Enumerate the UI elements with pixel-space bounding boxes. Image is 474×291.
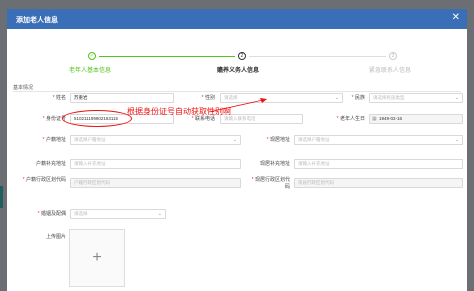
- residence-addr-label-text: 现居地址: [269, 137, 290, 143]
- residence-addr-placeholder: 请选择户籍地址: [298, 137, 330, 142]
- hukou-code-label: * 户籍行政区划代码: [19, 177, 66, 184]
- birthday-label-text: 老年人生日: [339, 116, 365, 122]
- hukou-addr-label-text: 户籍地址: [45, 137, 66, 143]
- residence-addr-label: * 现居地址: [245, 136, 290, 143]
- add-elder-modal: 添加老人信息 ✕ ✓ 2 3 老年人基本信息 赡养义务人信息 紧急联系人信息 基…: [7, 9, 467, 291]
- gender-required-mark: *: [201, 95, 204, 101]
- name-input[interactable]: 苏重岩: [70, 93, 174, 103]
- step-2-label: 赡养义务人信息: [217, 68, 260, 74]
- ethnicity-label-text: 民族: [354, 95, 365, 101]
- chevron-down-icon: ⌄: [454, 137, 459, 143]
- hukou-detail-input[interactable]: 请输入补充地址: [70, 159, 241, 169]
- residence-code-required-mark: *: [251, 177, 254, 183]
- step-1-check-icon: ✓: [88, 52, 96, 60]
- plus-icon: +: [92, 249, 102, 266]
- modal-titlebar: 添加老人信息 ✕: [7, 9, 467, 29]
- calendar-icon: ▦: [372, 116, 377, 122]
- hukou-addr-label: * 户籍地址: [21, 136, 66, 143]
- annotation-circle: [62, 110, 132, 127]
- residence-code-label-text: 现居行政区划代码: [254, 177, 290, 190]
- section-title: 基本情况: [13, 85, 34, 91]
- photo-label: 上传图片: [45, 234, 66, 240]
- birthday-label: * 老年人生日: [312, 115, 365, 122]
- hukou-address-select[interactable]: 请选择户籍地址 ⌄: [70, 135, 241, 145]
- step-connector-1: [99, 56, 235, 57]
- chevron-down-icon: ⌄: [454, 95, 459, 101]
- step-2-number-icon: 2: [238, 52, 246, 60]
- residence-addr-required-mark: *: [266, 137, 269, 143]
- id-no-required-mark: *: [42, 116, 45, 122]
- birthday-datepicker[interactable]: ▦ 1949-02-16: [369, 114, 463, 124]
- marital-required-mark: *: [37, 211, 40, 217]
- residence-detail-input[interactable]: 请输入补充地址: [294, 159, 463, 169]
- birthday-required-mark: *: [336, 116, 339, 122]
- hukou-addr-placeholder: 请选择户籍地址: [74, 137, 106, 142]
- chevron-down-icon: ⌄: [157, 211, 162, 217]
- ethnicity-select[interactable]: 请选择民族类型 ⌄: [369, 93, 463, 103]
- modal-title: 添加老人信息: [16, 17, 58, 24]
- marital-select[interactable]: 请选择 ⌄: [70, 209, 166, 219]
- marital-label: * 婚姻及配偶: [19, 210, 66, 217]
- hukou-detail-label: 户籍补充地址: [35, 161, 66, 167]
- phone-input[interactable]: 请输入联系电话: [220, 114, 303, 124]
- residence-detail-label: 现居补充地址: [259, 161, 290, 167]
- step-3-label: 紧急联系人信息: [369, 68, 412, 74]
- ethnicity-required-mark: *: [351, 95, 354, 101]
- hukou-code-required-mark: *: [22, 177, 25, 183]
- step-3-number-icon: 3: [389, 52, 397, 60]
- step-1-label: 老年人基本信息: [69, 68, 112, 74]
- residence-code-label: * 现居行政区划代码: [247, 177, 290, 191]
- annotation-arrow-icon: [208, 98, 267, 113]
- chevron-down-icon: ⌄: [232, 137, 237, 143]
- photo-upload-button[interactable]: +: [69, 229, 125, 287]
- hukou-addr-required-mark: *: [42, 137, 45, 143]
- hukou-code-input[interactable]: 户籍行政区划代码: [70, 178, 241, 188]
- marital-placeholder: 请选择: [74, 211, 88, 216]
- birthday-value: 1949-02-16: [379, 116, 403, 121]
- id-no-label: * 身份证号: [21, 115, 66, 122]
- hukou-code-label-text: 户籍行政区划代码: [25, 177, 66, 183]
- residence-code-input[interactable]: 现居行政区划代码: [294, 178, 463, 188]
- section-divider: [13, 91, 461, 92]
- name-label-text: 姓名: [55, 95, 66, 101]
- name-label: * 姓名: [21, 94, 66, 101]
- close-icon[interactable]: ✕: [452, 13, 460, 23]
- step-connector-2: [249, 56, 386, 57]
- ethnicity-placeholder: 请选择民族类型: [373, 95, 405, 100]
- name-required-mark: *: [52, 95, 55, 101]
- marital-label-text: 婚姻及配偶: [40, 211, 66, 217]
- residence-address-select[interactable]: 请选择户籍地址 ⌄: [294, 135, 463, 145]
- ethnicity-label: * 民族: [322, 94, 365, 101]
- page-scroll-indicator: [0, 186, 3, 208]
